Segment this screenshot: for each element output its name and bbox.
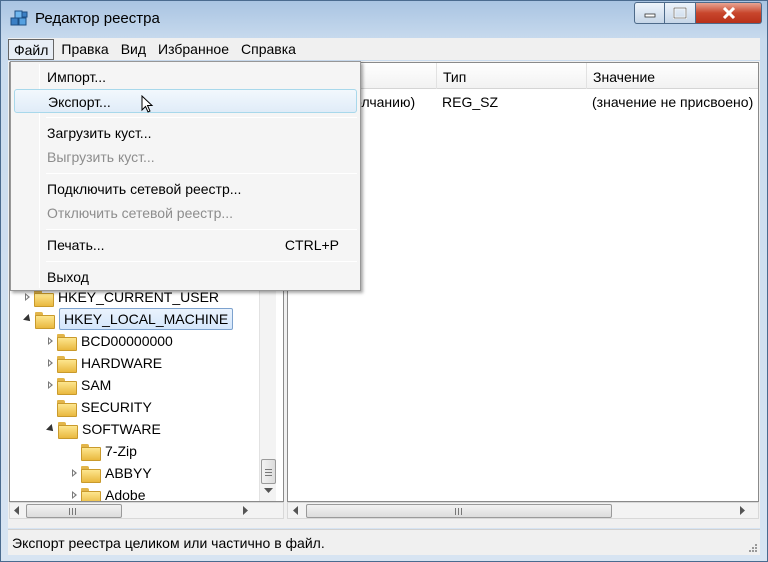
menu-favorites[interactable]: Избранное — [153, 39, 234, 60]
maximize-icon — [673, 7, 687, 19]
expand-arrow-icon[interactable] — [25, 293, 30, 301]
scroll-right-arrow-icon[interactable] — [243, 506, 249, 515]
menu-file[interactable]: Файл — [8, 38, 55, 60]
tree-item-label: SOFTWARE — [82, 421, 161, 437]
menu-item-label: Печать... — [47, 237, 105, 253]
tree-item-label: 7-Zip — [105, 443, 137, 459]
collapse-arrow-icon[interactable] — [23, 314, 33, 324]
tree-item-label: SAM — [81, 377, 112, 393]
value-name-cell[interactable]: олчанию) — [354, 94, 415, 110]
registry-cubes-icon — [10, 10, 28, 26]
tree-item-hardware[interactable]: HARDWARE — [45, 353, 162, 373]
file-menu-dropdown: Импорт... Экспорт... Загрузить куст... В… — [10, 61, 361, 291]
maximize-button[interactable] — [665, 2, 696, 24]
tree-item-label: ABBYY — [105, 465, 152, 481]
menu-item-import[interactable]: Импорт... — [14, 65, 357, 89]
tree-item-abbyy[interactable]: ABBYY — [69, 463, 152, 483]
window-title: Редактор реестра — [35, 10, 160, 27]
tree-item-sam[interactable]: SAM — [45, 375, 111, 395]
tree-item-adobe[interactable]: Adobe — [69, 485, 146, 502]
folder-icon — [81, 487, 101, 501]
close-button[interactable] — [696, 2, 762, 24]
column-header-value[interactable]: Значение — [586, 63, 758, 89]
folder-icon — [57, 333, 77, 351]
folder-icon — [81, 465, 101, 483]
value-data-cell: (значение не присвоено) — [592, 94, 754, 110]
tree-item-label: BCD00000000 — [81, 333, 173, 349]
tree-item-software[interactable]: SOFTWARE — [45, 419, 161, 439]
menu-bar: Файл Правка Вид Избранное Справка — [8, 38, 760, 60]
scroll-thumb[interactable] — [261, 459, 276, 484]
folder-icon — [58, 421, 78, 439]
menu-item-unload-hive: Выгрузить куст... — [47, 149, 155, 165]
scroll-down-arrow-icon[interactable] — [264, 488, 273, 494]
tree-item-bcd[interactable]: BCD00000000 — [45, 331, 173, 351]
scroll-left-arrow-icon[interactable] — [293, 506, 299, 515]
close-icon — [722, 7, 735, 19]
column-header-type[interactable]: Тип — [436, 63, 586, 89]
scroll-thumb[interactable] — [26, 504, 122, 518]
menu-item-print[interactable]: Печать... CTRL+P — [14, 233, 357, 257]
menu-view[interactable]: Вид — [116, 39, 151, 60]
expand-arrow-icon[interactable] — [72, 469, 77, 477]
expand-arrow-icon[interactable] — [72, 491, 77, 499]
menu-item-exit[interactable]: Выход — [14, 265, 357, 289]
folder-icon — [81, 443, 101, 461]
scroll-thumb[interactable] — [306, 504, 612, 518]
minimize-icon — [644, 13, 655, 18]
scroll-left-arrow-icon[interactable] — [14, 506, 20, 515]
status-text: Экспорт реестра целиком или частично в ф… — [12, 535, 325, 551]
list-horizontal-scrollbar[interactable] — [287, 502, 759, 519]
title-bar[interactable]: Редактор реестра — [1, 1, 767, 37]
tree-item-label: Adobe — [105, 487, 146, 502]
tree-item-security[interactable]: SECURITY — [57, 397, 152, 417]
menu-item-load-hive[interactable]: Загрузить куст... — [14, 121, 357, 145]
menu-edit[interactable]: Правка — [56, 39, 113, 60]
menu-item-disconnect-network-registry: Отключить сетевой реестр... — [47, 205, 234, 221]
scroll-right-arrow-icon[interactable] — [740, 506, 746, 515]
menu-item-shortcut: CTRL+P — [284, 237, 339, 253]
folder-icon — [57, 399, 77, 417]
tree-item-7zip[interactable]: 7-Zip — [81, 441, 137, 461]
folder-icon — [57, 355, 77, 373]
registry-editor-window: Редактор реестра Файл Правка Вид Избранн… — [0, 0, 768, 562]
folder-icon — [35, 311, 55, 329]
tree-item-label: HKEY_LOCAL_MACHINE — [59, 308, 234, 330]
value-type-cell: REG_SZ — [442, 94, 499, 110]
menu-item-export[interactable]: Экспорт... — [14, 89, 357, 113]
status-bar: Экспорт реестра целиком или частично в ф… — [8, 529, 760, 555]
folder-icon — [57, 377, 77, 395]
menu-help[interactable]: Справка — [236, 39, 301, 60]
mouse-pointer-icon — [141, 95, 154, 113]
resize-grip-icon[interactable] — [748, 543, 758, 553]
folder-icon — [34, 289, 54, 307]
minimize-button[interactable] — [634, 2, 665, 24]
expand-arrow-icon[interactable] — [48, 337, 53, 345]
tree-item-label: SECURITY — [81, 399, 152, 415]
tree-item-label: HARDWARE — [81, 355, 163, 371]
tree-item-hklm[interactable]: HKEY_LOCAL_MACHINE — [22, 308, 234, 330]
collapse-arrow-icon[interactable] — [46, 424, 56, 434]
menu-item-connect-network-registry[interactable]: Подключить сетевой реестр... — [14, 177, 357, 201]
expand-arrow-icon[interactable] — [48, 359, 53, 367]
expand-arrow-icon[interactable] — [48, 381, 53, 389]
tree-horizontal-scrollbar[interactable] — [9, 502, 284, 519]
